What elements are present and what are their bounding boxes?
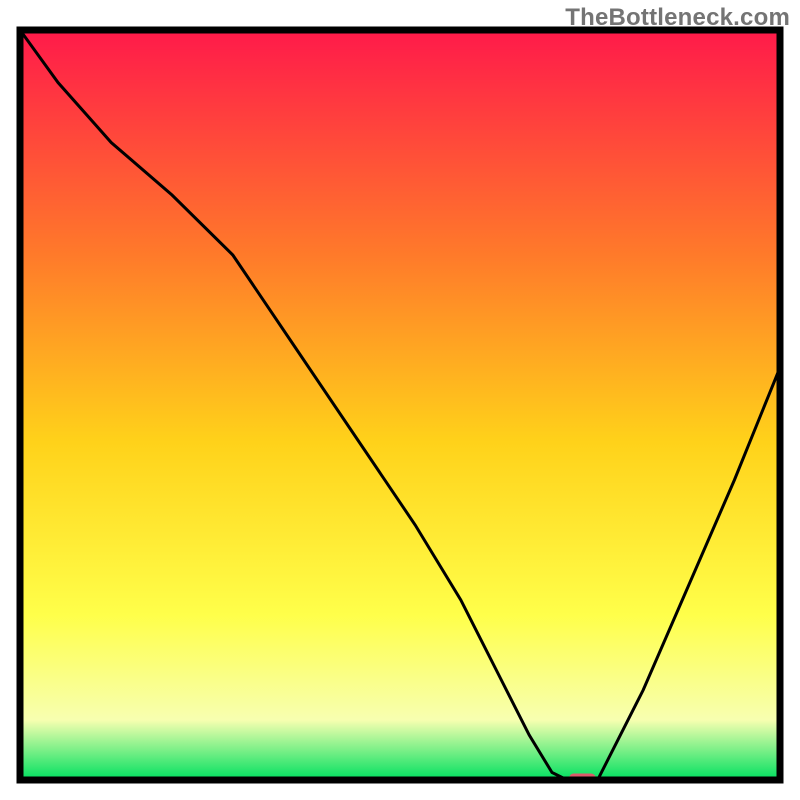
gradient-background [20, 30, 780, 780]
bottleneck-chart [0, 0, 800, 800]
watermark-text: TheBottleneck.com [565, 4, 790, 32]
chart-container: { "watermark": "TheBottleneck.com", "col… [0, 0, 800, 800]
